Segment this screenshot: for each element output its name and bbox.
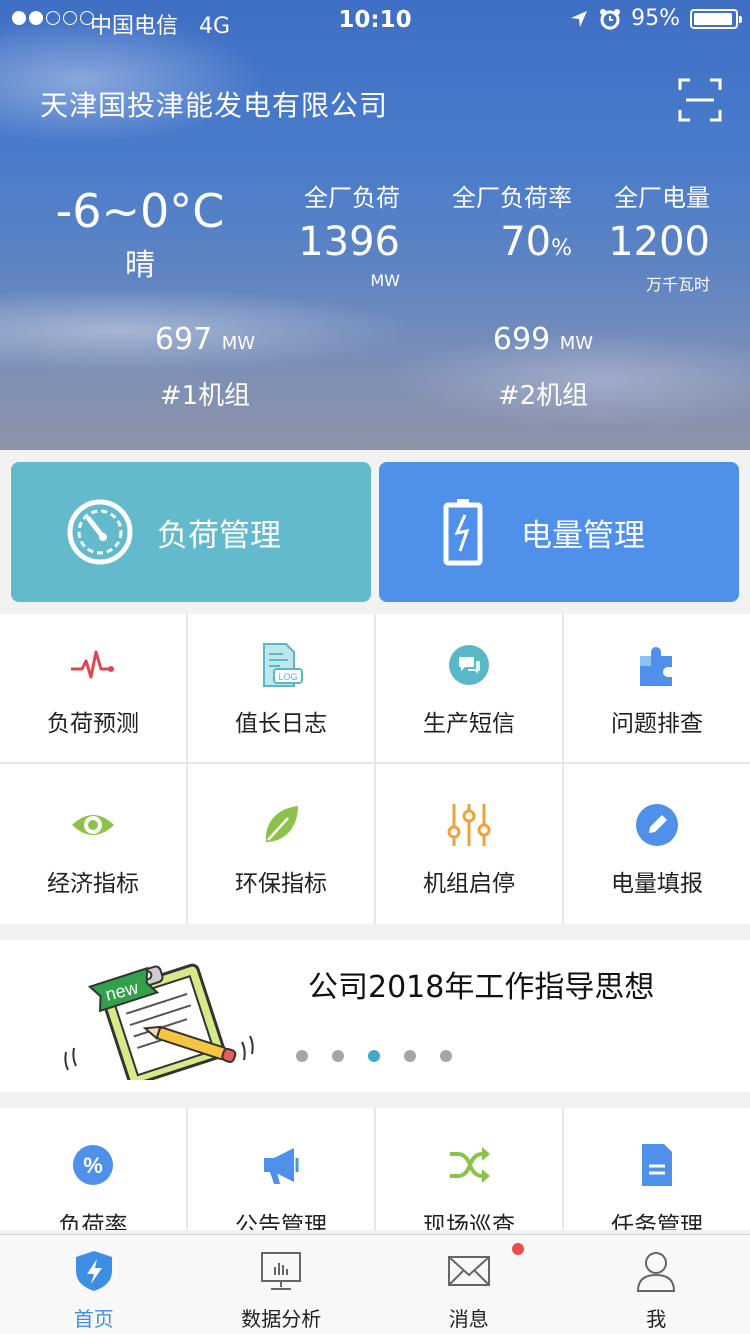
user-icon: [637, 1252, 676, 1292]
stat-unit: MW: [370, 271, 400, 290]
grid-item-unit-startstop[interactable]: 机组启停: [376, 764, 562, 924]
grid-item-notice[interactable]: 公告管理: [188, 1108, 374, 1230]
grid-item-load-forecast[interactable]: 负荷预测: [0, 614, 186, 762]
grid-item-load-rate[interactable]: % 负荷率: [0, 1108, 186, 1230]
quick-actions: 负荷管理 电量管理: [0, 450, 750, 614]
stat-plant-load: 全厂负荷 1396 MW: [298, 178, 400, 290]
gauge-icon: [67, 499, 133, 565]
tab-messages[interactable]: 消息: [375, 1235, 563, 1334]
pulse-icon: [71, 650, 114, 679]
puzzle-icon: [640, 647, 672, 686]
grid-item-label: 环保指标: [235, 871, 327, 897]
shield-bolt-icon: [75, 1251, 112, 1291]
stat-value: 70%: [500, 219, 572, 265]
unit-load: 697 MW: [154, 322, 256, 357]
tab-label: 我: [646, 1307, 667, 1331]
grid-item-inspection[interactable]: 现场巡查: [376, 1108, 562, 1230]
battery-percent: 95%: [631, 6, 680, 31]
grid-item-task[interactable]: 任务管理: [564, 1108, 750, 1230]
chat-icon: [449, 645, 489, 685]
location-arrow-icon: [571, 10, 588, 27]
unit-1[interactable]: 697 MW #1机组: [130, 322, 280, 412]
carousel-dot[interactable]: [368, 1050, 380, 1062]
load-management-button[interactable]: 负荷管理: [11, 462, 371, 602]
power-management-label: 电量管理: [521, 517, 645, 554]
sliders-icon: [447, 804, 491, 846]
mail-icon: [447, 1256, 490, 1286]
function-grid-secondary: % 负荷率 公告管理 现场巡查 任务管理: [0, 1108, 750, 1230]
battery-charge-icon: [443, 499, 483, 566]
megaphone-icon: [264, 1148, 299, 1184]
banner-title: 公司2018年工作指导思想: [308, 970, 655, 1005]
unit-name: #1机组: [159, 381, 251, 411]
unread-badge: [512, 1243, 524, 1255]
chart-board-icon: [261, 1252, 302, 1290]
unit-load: 699 MW: [492, 322, 594, 357]
weather-condition: 晴: [125, 248, 155, 283]
shuffle-icon: [450, 1147, 490, 1183]
carousel-dot[interactable]: [332, 1050, 344, 1062]
leaf-icon: [265, 806, 298, 842]
status-bar: 中国电信 4G 10:10 95%: [0, 0, 750, 40]
tab-label: 首页: [73, 1307, 114, 1331]
temperature: -6~0°C: [55, 184, 225, 238]
hero-header: 中国电信 4G 10:10 95% 天津国投津能发电有限公司 -6~0°C 晴 …: [0, 0, 750, 450]
tab-label: 数据分析: [241, 1307, 322, 1331]
document-icon: [642, 1144, 672, 1186]
company-name: 天津国投津能发电有限公司: [40, 89, 389, 122]
alarm-clock-icon: [600, 8, 621, 29]
grid-item-label: 生产短信: [423, 711, 515, 737]
stat-label: 全厂负荷: [304, 184, 400, 212]
grid-item-label: 公告管理: [235, 1213, 327, 1230]
scan-icon[interactable]: [678, 78, 722, 122]
grid-item-troubleshoot[interactable]: 问题排查: [564, 614, 750, 762]
unit-2[interactable]: 699 MW #2机组: [468, 322, 618, 412]
tab-label: 消息: [448, 1307, 489, 1331]
percent-icon: %: [73, 1145, 113, 1185]
carousel-indicator[interactable]: [296, 1050, 452, 1062]
stat-value: 1396: [298, 219, 400, 265]
grid-item-label: 机组启停: [423, 871, 515, 897]
grid-item-environment-index[interactable]: 环保指标: [188, 764, 374, 924]
eye-icon: [72, 815, 114, 835]
svg-text:LOG: LOG: [278, 672, 297, 682]
grid-item-label: 问题排查: [611, 711, 703, 737]
power-management-button[interactable]: 电量管理: [379, 462, 739, 602]
stat-label: 全厂电量: [614, 184, 710, 212]
tab-me[interactable]: 我: [563, 1235, 750, 1334]
carousel-dot[interactable]: [296, 1050, 308, 1062]
grid-item-label: 负荷预测: [47, 711, 139, 737]
grid-item-sms[interactable]: 生产短信: [376, 614, 562, 762]
grid-item-economic-index[interactable]: 经济指标: [0, 764, 186, 924]
grid-item-label: 负荷率: [58, 1213, 128, 1230]
news-banner[interactable]: new 公司2018年工作指导思想: [0, 940, 750, 1092]
clipboard-illustration: new: [64, 963, 254, 1080]
grid-item-label: 经济指标: [47, 871, 139, 897]
tab-bar: 首页 数据分析 消息 我: [0, 1234, 750, 1334]
log-icon: LOG: [263, 643, 303, 687]
grid-item-label: 现场巡查: [423, 1213, 515, 1230]
unit-name: #2机组: [497, 381, 589, 411]
tab-data-analysis[interactable]: 数据分析: [188, 1235, 376, 1334]
grid-item-label: 电量填报: [611, 871, 703, 897]
grid-item-energy-report[interactable]: 电量填报: [564, 764, 750, 924]
stat-plant-energy: 全厂电量 1200 万千瓦时: [608, 178, 710, 295]
stat-label: 全厂负荷率: [452, 184, 572, 212]
stat-value: 1200: [608, 219, 710, 265]
stat-unit: 万千瓦时: [645, 275, 710, 294]
edit-icon: [636, 804, 678, 846]
svg-text:%: %: [83, 1153, 103, 1178]
function-grid: 负荷预测 LOG 值长日志 生产短信 问题排查 经济指标 环保指标 机组启停 电…: [0, 614, 750, 924]
load-management-label: 负荷管理: [157, 517, 281, 554]
battery-icon: [690, 8, 742, 29]
carousel-dot[interactable]: [440, 1050, 452, 1062]
carousel-dot[interactable]: [404, 1050, 416, 1062]
grid-item-label: 值长日志: [235, 711, 327, 737]
stat-load-rate: 全厂负荷率 70%: [452, 178, 572, 265]
grid-item-shift-log[interactable]: LOG 值长日志: [188, 614, 374, 762]
grid-item-label: 任务管理: [611, 1213, 703, 1230]
tab-home[interactable]: 首页: [0, 1235, 188, 1334]
